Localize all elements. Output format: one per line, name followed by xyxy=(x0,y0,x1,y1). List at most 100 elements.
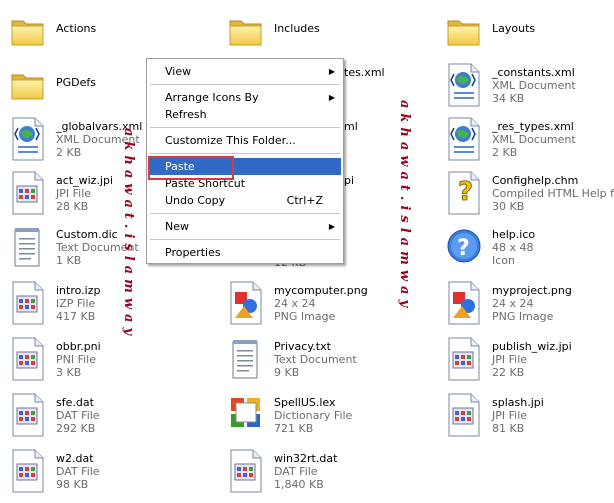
file-type: DAT File xyxy=(274,465,318,478)
notepad-icon xyxy=(14,228,40,267)
submenu-arrow-icon: ▶ xyxy=(328,222,335,231)
generic-file-icon xyxy=(10,336,46,382)
folder-icon xyxy=(10,8,46,54)
menu-item-undo-copy[interactable]: Undo Copy Ctrl+Z xyxy=(149,192,341,209)
file-type: JPI File xyxy=(492,353,528,366)
svg-text:?: ? xyxy=(458,177,473,207)
file-name: PGDefs xyxy=(56,76,96,89)
file-type: PNI File xyxy=(56,353,97,366)
png-image-icon xyxy=(446,280,482,326)
file-size: 30 KB xyxy=(492,200,525,213)
file-size: PNG Image xyxy=(274,310,336,323)
file-name: Layouts xyxy=(492,22,536,35)
file-size: 81 KB xyxy=(492,422,525,435)
file-size: Icon xyxy=(492,254,515,267)
file-size: 721 KB xyxy=(274,422,314,435)
shortcut-key: Ctrl+Z xyxy=(286,194,323,207)
menu-separator xyxy=(150,127,340,128)
file-size: 28 KB xyxy=(56,200,89,213)
file-name: Includes xyxy=(274,22,320,35)
menu-item-label: Undo Copy xyxy=(165,194,226,207)
menu-item-properties[interactable]: Properties xyxy=(149,244,341,261)
menu-item-refresh[interactable]: Refresh xyxy=(149,106,341,123)
help-file-icon: ? xyxy=(446,170,482,216)
file-name: _res_types.xml xyxy=(492,120,574,133)
xml-document-icon xyxy=(10,116,46,162)
file-size: 22 KB xyxy=(492,366,525,379)
help-icon: ? xyxy=(447,229,481,263)
file-name: intro.izp xyxy=(56,284,101,297)
menu-item-label: New xyxy=(165,220,189,233)
generic-file-icon xyxy=(446,336,482,382)
file-size: 417 KB xyxy=(56,310,96,323)
file-type: Compiled HTML Help file xyxy=(492,187,614,200)
menu-separator xyxy=(150,153,340,154)
file-type: XML Document xyxy=(492,79,576,92)
menu-item-arrange-icons[interactable]: Arrange Icons By ▶ xyxy=(149,89,341,106)
file-name: mycomputer.png xyxy=(274,284,368,297)
file-name: help.ico xyxy=(492,228,536,241)
file-name: w2.dat xyxy=(56,452,94,465)
office-dictionary-icon xyxy=(231,398,260,427)
file-name: splash.jpi xyxy=(492,396,544,409)
generic-file-icon xyxy=(10,392,46,438)
menu-item-label: Refresh xyxy=(165,108,207,121)
file-size: 34 KB xyxy=(492,92,525,105)
submenu-arrow-icon: ▶ xyxy=(328,67,335,76)
file-type: JPI File xyxy=(56,187,92,200)
file-size: 292 KB xyxy=(56,422,96,435)
file-name: sfe.dat xyxy=(56,396,94,409)
menu-item-customize-folder[interactable]: Customize This Folder... xyxy=(149,132,341,149)
menu-item-label: Properties xyxy=(165,246,221,259)
generic-file-icon xyxy=(10,170,46,216)
svg-text:?: ? xyxy=(457,236,470,261)
menu-item-view[interactable]: View ▶ xyxy=(149,63,341,80)
file-size: 98 KB xyxy=(56,478,89,491)
menu-separator xyxy=(150,84,340,85)
menu-item-label: Arrange Icons By xyxy=(165,91,259,104)
folder-icon xyxy=(228,8,264,54)
watermark-text: akhawat.islamway xyxy=(121,128,136,340)
xml-document-icon xyxy=(446,116,482,162)
file-size: 1,840 KB xyxy=(274,478,324,491)
file-size: 3 KB xyxy=(56,366,82,379)
file-type: Text Document xyxy=(274,353,357,366)
paste-highlight-box xyxy=(148,156,234,180)
generic-file-icon xyxy=(10,448,46,494)
png-image-icon xyxy=(228,280,264,326)
folder-icon xyxy=(446,8,482,54)
generic-file-icon xyxy=(228,448,264,494)
menu-item-new[interactable]: New ▶ xyxy=(149,218,341,235)
file-type: 24 x 24 xyxy=(492,297,534,310)
menu-separator xyxy=(150,239,340,240)
file-size: PNG Image xyxy=(492,310,554,323)
file-type: XML Document xyxy=(492,133,576,146)
generic-file-icon xyxy=(446,392,482,438)
menu-item-label: Customize This Folder... xyxy=(165,134,296,147)
file-type: 24 x 24 xyxy=(274,297,316,310)
folder-icon xyxy=(10,62,46,108)
file-type: DAT File xyxy=(56,465,100,478)
file-name: act_wiz.jpi xyxy=(56,174,114,187)
file-name: Privacy.txt xyxy=(274,340,331,353)
file-size: 9 KB xyxy=(274,366,300,379)
watermark-text: akhawat.islamway xyxy=(397,100,412,312)
file-name: _constants.xml xyxy=(492,66,575,79)
file-name: publish_wiz.jpi xyxy=(492,340,572,353)
xml-document-icon xyxy=(446,62,482,108)
menu-separator xyxy=(150,213,340,214)
file-name: Actions xyxy=(56,22,97,35)
file-type: DAT File xyxy=(56,409,100,422)
file-name: obbr.pni xyxy=(56,340,101,353)
file-type: 48 x 48 xyxy=(492,241,534,254)
generic-file-icon xyxy=(10,280,46,326)
file-type: JPI File xyxy=(492,409,528,422)
file-name: SpellUS.lex xyxy=(274,396,336,409)
file-name: Confighelp.chm xyxy=(492,174,579,187)
file-type: IZP File xyxy=(56,297,96,310)
file-name: myproject.png xyxy=(492,284,572,297)
file-name: win32rt.dat xyxy=(274,452,338,465)
menu-item-label: View xyxy=(165,65,192,78)
file-size: 2 KB xyxy=(492,146,518,159)
submenu-arrow-icon: ▶ xyxy=(328,93,335,102)
